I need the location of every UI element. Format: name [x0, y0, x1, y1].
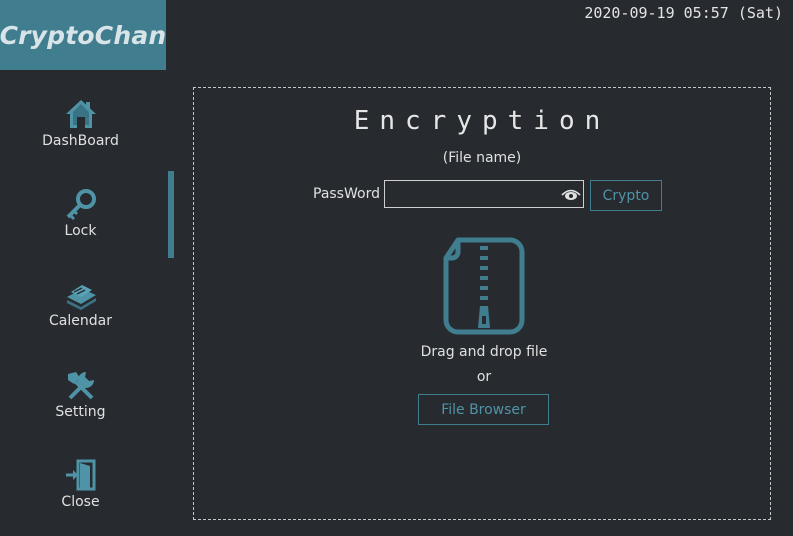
- crypto-button[interactable]: Crypto: [590, 180, 662, 211]
- sidebar-item-setting[interactable]: Setting: [10, 367, 151, 443]
- password-label: PassWord: [313, 186, 380, 202]
- eye-icon[interactable]: [561, 186, 581, 202]
- sidebar-item-dashboard[interactable]: DashBoard: [10, 96, 151, 172]
- sidebar-item-lock[interactable]: Lock: [10, 186, 151, 262]
- house-icon: [63, 96, 99, 132]
- or-text: or: [476, 369, 492, 385]
- password-field: [384, 180, 584, 208]
- sidebar-item-close[interactable]: Close: [10, 457, 151, 533]
- drag-drop-text: Drag and drop file: [420, 344, 548, 360]
- file-name-label: (File name): [442, 150, 522, 166]
- app-logo: CryptoChan: [0, 0, 166, 70]
- zip-file-icon[interactable]: [442, 236, 526, 336]
- sidebar-item-label: Lock: [64, 223, 97, 239]
- exit-door-icon: [63, 457, 99, 493]
- key-icon: [63, 186, 99, 222]
- file-browser-button[interactable]: File Browser: [418, 394, 549, 425]
- sidebar-item-calendar[interactable]: Calendar: [10, 276, 151, 352]
- app-window: CryptoChan 2020-09-19 05:57 (Sat) DashBo…: [0, 0, 793, 536]
- sidebar-item-label: Close: [61, 494, 100, 510]
- page-title: Encryption: [353, 106, 611, 136]
- tools-icon: [63, 367, 99, 403]
- sidebar-item-label: Setting: [55, 404, 106, 420]
- active-nav-indicator: [168, 171, 174, 258]
- encryption-panel: Encryption (File name) PassWord Crypto D…: [193, 87, 771, 520]
- app-name: CryptoChan: [0, 20, 167, 50]
- password-input[interactable]: [385, 181, 563, 205]
- sidebar-item-label: DashBoard: [42, 133, 119, 149]
- sidebar-item-label: Calendar: [49, 313, 112, 329]
- calendar-book-icon: [63, 276, 99, 312]
- datetime-display: 2020-09-19 05:57 (Sat): [584, 4, 783, 22]
